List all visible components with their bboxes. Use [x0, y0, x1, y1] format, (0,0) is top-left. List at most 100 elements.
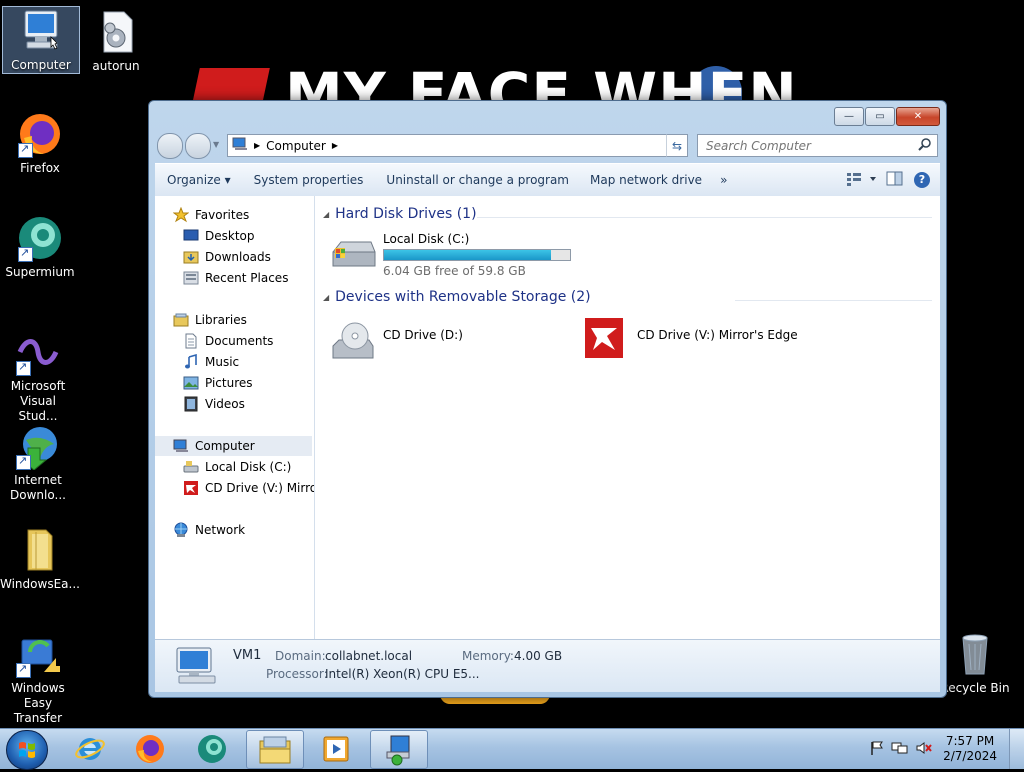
wallpaper-red-shape	[192, 68, 270, 104]
recent-places-icon	[183, 270, 199, 286]
drive-name: CD Drive (D:)	[383, 328, 463, 342]
taskbar-media-player[interactable]	[308, 730, 364, 767]
address-row: ▼ ▶ Computer ▶ ▼ ⇆	[157, 133, 940, 159]
recent-pages-dropdown-icon[interactable]: ▼	[213, 140, 219, 149]
desktop-autorun-icon[interactable]: autorun	[78, 8, 154, 74]
desktop-supermium-icon[interactable]: Supermium	[2, 214, 78, 280]
drive-cd-v[interactable]: CD Drive (V:) Mirror's Edge	[583, 316, 798, 363]
desktop-easy-transfer-icon[interactable]: Windows Easy Transfer	[0, 630, 76, 726]
breadcrumb-computer[interactable]: Computer	[266, 139, 326, 153]
music-icon	[183, 353, 199, 370]
content-pane: ◢ Hard Disk Drives (1) Local Disk (C:) 6…	[315, 196, 940, 639]
computer-name: VM1	[233, 648, 262, 663]
nav-cd-drive-v[interactable]: CD Drive (V:) Mirror'	[183, 478, 314, 498]
group-header-removable-storage[interactable]: ◢ Devices with Removable Storage (2)	[323, 289, 591, 305]
preview-pane-icon[interactable]	[886, 171, 904, 190]
refresh-button[interactable]: ⇆	[666, 134, 688, 157]
desktop-internet-download-icon[interactable]: Internet Downlo...	[0, 422, 76, 503]
nav-recent-places[interactable]: Recent Places	[183, 268, 288, 288]
collapse-triangle-icon[interactable]: ◢	[323, 210, 329, 219]
taskbar-internet-explorer[interactable]	[62, 730, 118, 767]
back-button[interactable]	[157, 133, 183, 159]
start-button[interactable]	[6, 730, 48, 770]
hard-drive-icon	[183, 459, 199, 475]
taskbar-firefox[interactable]	[122, 730, 178, 767]
domain-value: collabnet.local	[325, 649, 413, 663]
supermium-icon	[198, 734, 226, 763]
desktop-icon-label: Microsoft Visual Stud...	[10, 379, 66, 423]
nav-computer[interactable]: Computer	[155, 436, 312, 456]
nav-videos[interactable]: Videos	[183, 394, 245, 414]
volume-muted-icon[interactable]	[915, 740, 933, 759]
nav-network[interactable]: Network	[173, 520, 245, 540]
internet-explorer-icon	[75, 737, 105, 760]
desktop-icon-label: Supermium	[5, 265, 75, 279]
mirrors-edge-icon	[583, 316, 625, 363]
media-player-icon	[323, 736, 349, 761]
nav-local-disk[interactable]: Local Disk (C:)	[183, 457, 291, 477]
taskbar-windows-explorer[interactable]	[246, 730, 304, 769]
nav-favorites[interactable]: Favorites	[172, 205, 249, 225]
desktop-icon-label: Firefox	[20, 161, 60, 175]
nav-documents[interactable]: Documents	[183, 331, 273, 351]
shortcut-arrow-icon	[16, 661, 31, 678]
nav-pictures[interactable]: Pictures	[183, 373, 253, 393]
star-icon	[172, 206, 190, 223]
supermium-icon	[16, 214, 64, 262]
system-properties-button[interactable]: System properties	[240, 173, 373, 187]
address-bar[interactable]: ▶ Computer ▶ ▼	[227, 134, 688, 157]
explorer-window[interactable]: — ▭ ✕ ▼ ▶ Computer ▶ ▼ ⇆ Organize ▾ Syst…	[148, 100, 947, 698]
nav-desktop[interactable]: Desktop	[183, 226, 255, 246]
desktop-firefox-icon[interactable]: Firefox	[2, 110, 78, 176]
nav-music[interactable]: Music	[183, 352, 239, 372]
computer-icon	[173, 644, 221, 691]
taskbar-control-panel[interactable]	[370, 730, 428, 769]
nav-libraries[interactable]: Libraries	[173, 310, 247, 330]
breadcrumb-separator-icon[interactable]: ▶	[332, 141, 338, 150]
details-pane: VM1 Domain: collabnet.local Memory: 4.00…	[155, 639, 940, 692]
minimize-button[interactable]: —	[834, 107, 864, 126]
recycle-bin-icon	[951, 630, 999, 678]
videos-icon	[183, 396, 199, 412]
explorer-folder-icon	[259, 736, 291, 763]
drive-cd-d[interactable]: CD Drive (D:)	[329, 316, 463, 367]
desktop-visual-studio-icon[interactable]: Microsoft Visual Stud...	[0, 328, 76, 424]
desktop-computer-icon[interactable]: Computer	[2, 6, 80, 74]
search-icon[interactable]	[918, 137, 932, 154]
folder-icon	[14, 526, 62, 574]
more-commands-button[interactable]: »	[711, 173, 736, 187]
desktop-windowseasy-folder-icon[interactable]: WindowsEa...	[0, 526, 80, 592]
network-tray-icon[interactable]	[891, 740, 909, 759]
change-view-icon[interactable]	[846, 172, 876, 189]
maximize-button[interactable]: ▭	[865, 107, 895, 126]
collapse-triangle-icon[interactable]: ◢	[323, 293, 329, 302]
drive-name: CD Drive (V:) Mirror's Edge	[637, 328, 798, 342]
shortcut-arrow-icon	[18, 245, 33, 262]
navigation-pane: Favorites Desktop Downloads Recent Place…	[155, 196, 315, 639]
downloads-folder-icon	[183, 249, 199, 265]
breadcrumb-separator-icon[interactable]: ▶	[254, 141, 260, 150]
show-desktop-button[interactable]	[1009, 729, 1024, 769]
help-icon[interactable]: ?	[914, 172, 930, 188]
group-divider	[735, 300, 932, 301]
refresh-icon: ⇆	[671, 138, 683, 153]
processor-label: Processor:	[266, 667, 328, 681]
search-box[interactable]	[697, 134, 938, 157]
drive-local-disk-c[interactable]: Local Disk (C:) 6.04 GB free of 59.8 GB	[329, 232, 571, 278]
uninstall-program-button[interactable]: Uninstall or change a program	[372, 173, 578, 187]
desktop-recycle-bin-icon[interactable]: Recycle Bin	[937, 630, 1013, 696]
action-center-flag-icon[interactable]	[869, 740, 885, 759]
group-header-hard-disk-drives[interactable]: ◢ Hard Disk Drives (1)	[323, 206, 477, 222]
map-network-drive-button[interactable]: Map network drive	[578, 173, 711, 187]
clock[interactable]: 7:57 PM 2/7/2024	[943, 734, 997, 764]
nav-downloads[interactable]: Downloads	[183, 247, 271, 267]
close-button[interactable]: ✕	[896, 107, 940, 126]
domain-label: Domain:	[275, 649, 326, 663]
desktop-icon-label: autorun	[92, 59, 140, 73]
forward-button[interactable]	[185, 133, 211, 159]
taskbar-supermium[interactable]	[184, 730, 240, 767]
search-input[interactable]	[704, 137, 908, 154]
hard-drive-icon	[329, 238, 377, 278]
computer-icon	[232, 137, 248, 154]
organize-menu[interactable]: Organize ▾	[155, 173, 240, 187]
